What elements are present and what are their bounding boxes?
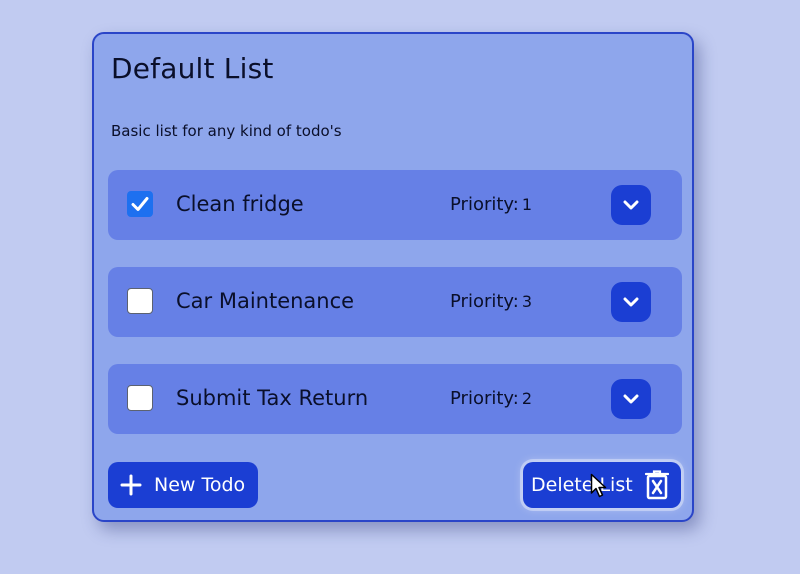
todo-priority: Priority: 3 — [450, 291, 532, 312]
trash-icon — [645, 470, 669, 500]
check-icon — [131, 197, 149, 211]
expand-todo-button[interactable] — [611, 185, 651, 225]
expand-todo-button[interactable] — [611, 282, 651, 322]
todo-name: Clean fridge — [176, 192, 304, 216]
todo-checkbox[interactable] — [127, 288, 153, 314]
list-title: Default List — [111, 52, 274, 85]
priority-label: Priority: — [450, 291, 519, 312]
todo-item: Car Maintenance Priority: 3 — [108, 267, 682, 337]
todo-name: Car Maintenance — [176, 289, 355, 313]
todo-priority: Priority: 1 — [450, 194, 532, 215]
priority-label: Priority: — [450, 194, 519, 215]
todo-checkbox[interactable] — [127, 191, 153, 217]
priority-value: 3 — [521, 292, 533, 311]
todo-item: Clean fridge Priority: 1 — [108, 170, 682, 240]
expand-todo-button[interactable] — [611, 379, 651, 419]
todo-list-card: Default List Basic list for any kind of … — [92, 32, 694, 522]
todo-checkbox[interactable] — [127, 385, 153, 411]
chevron-down-icon — [623, 200, 639, 210]
chevron-down-icon — [623, 297, 639, 307]
delete-list-label: Delete List — [531, 474, 633, 496]
new-todo-button[interactable]: New Todo — [108, 462, 258, 508]
priority-value: 2 — [521, 389, 533, 408]
new-todo-label: New Todo — [154, 474, 246, 496]
todo-priority: Priority: 2 — [450, 388, 532, 409]
chevron-down-icon — [623, 394, 639, 404]
plus-icon — [120, 474, 142, 496]
todo-name: Submit Tax Return — [176, 386, 369, 410]
delete-list-button[interactable]: Delete List — [523, 462, 681, 508]
priority-value: 1 — [521, 195, 533, 214]
list-description: Basic list for any kind of todo's — [111, 122, 342, 140]
priority-label: Priority: — [450, 388, 519, 409]
todo-item: Submit Tax Return Priority: 2 — [108, 364, 682, 434]
